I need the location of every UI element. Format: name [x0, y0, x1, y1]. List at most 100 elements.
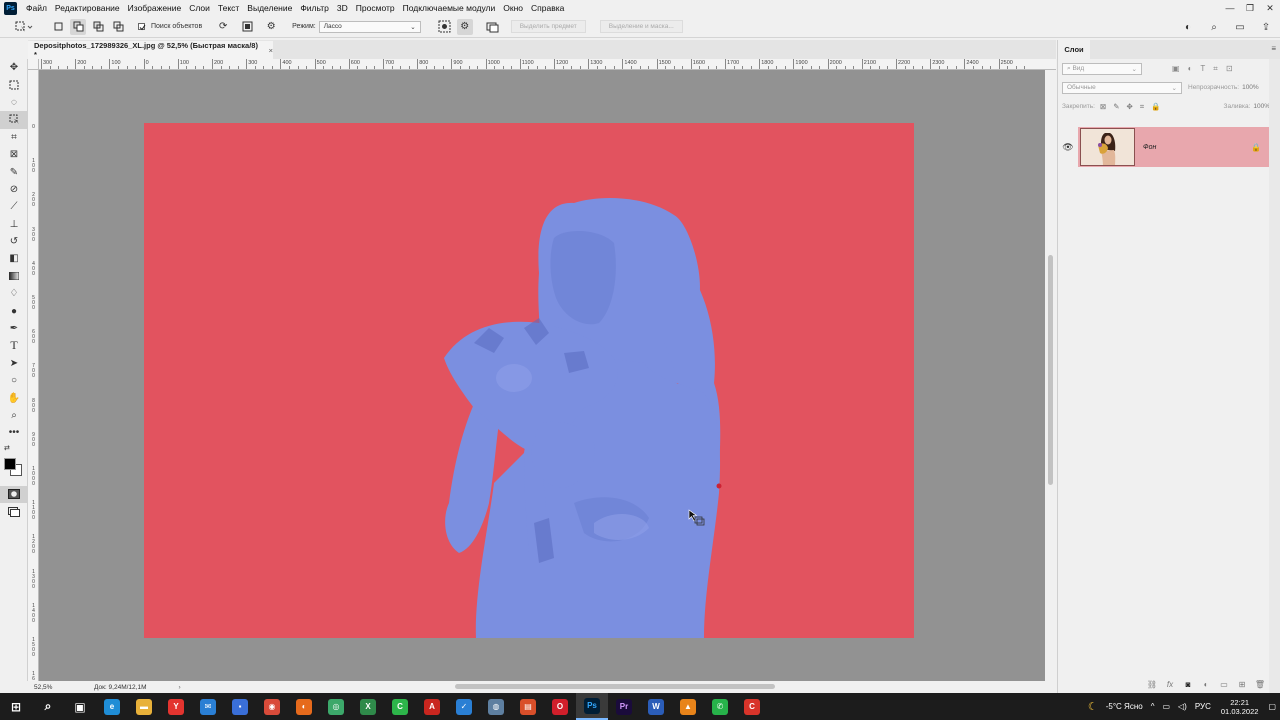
- object-selection-tool[interactable]: [0, 111, 28, 129]
- object-finder-checkbox[interactable]: [138, 23, 146, 31]
- menu-type[interactable]: Текст: [214, 3, 243, 13]
- menu-edit[interactable]: Редактирование: [51, 3, 124, 13]
- refresh-button[interactable]: ⟳: [215, 19, 231, 35]
- lasso-tool[interactable]: ◌: [0, 94, 28, 111]
- workspace-icon[interactable]: ▭: [1232, 19, 1248, 35]
- tab-layers[interactable]: Слои: [1058, 40, 1090, 59]
- horizontal-scrollbar[interactable]: [190, 683, 1040, 691]
- weather-text[interactable]: -5°C Ясно: [1106, 702, 1143, 711]
- subtract-selection-button[interactable]: [90, 19, 106, 35]
- taskbar-app-doc[interactable]: ▤: [512, 693, 544, 720]
- clone-stamp-tool[interactable]: ⊥: [0, 216, 28, 233]
- learn-icon[interactable]: ◐: [1180, 19, 1196, 35]
- taskbar-app-green[interactable]: ◎: [320, 693, 352, 720]
- frame-tool[interactable]: ⊠: [0, 146, 28, 163]
- new-selection-button[interactable]: [50, 19, 66, 35]
- taskbar-opera[interactable]: O: [544, 693, 576, 720]
- menu-select[interactable]: Выделение: [243, 3, 296, 13]
- pen-tool[interactable]: ✒: [0, 320, 28, 337]
- brush-tool[interactable]: ⟋: [0, 198, 28, 215]
- sample-all-layers-button[interactable]: [485, 19, 501, 35]
- foreground-color-swatch[interactable]: [4, 457, 16, 470]
- notification-icon[interactable]: ▢: [1268, 702, 1276, 711]
- taskbar-firefox[interactable]: ◐: [288, 693, 320, 720]
- horizontal-scroll-thumb[interactable]: [455, 684, 775, 689]
- dodge-tool[interactable]: ●: [0, 302, 28, 319]
- visibility-eye-icon[interactable]: 👁: [1058, 142, 1078, 153]
- intersect-selection-button[interactable]: [110, 19, 126, 35]
- show-all-objects-button[interactable]: [239, 19, 255, 35]
- tool-preset-picker[interactable]: [12, 19, 36, 35]
- lock-transparency-icon[interactable]: ⊠: [1100, 102, 1106, 112]
- add-mask-icon[interactable]: ◙: [1179, 680, 1197, 689]
- clock[interactable]: 22:21 01.03.2022: [1221, 698, 1259, 716]
- menu-plugins[interactable]: Подключаемые модули: [399, 3, 500, 13]
- taskbar-premiere[interactable]: Pr: [608, 693, 640, 720]
- select-subject-button[interactable]: Выделить предмет: [510, 20, 586, 33]
- share-icon[interactable]: ⇪: [1258, 19, 1274, 35]
- object-subtract-button[interactable]: [437, 19, 453, 35]
- document-image[interactable]: [144, 123, 914, 638]
- eyedropper-tool[interactable]: ✎: [0, 163, 28, 180]
- quick-mask-button[interactable]: [0, 485, 28, 503]
- adjustment-filter-icon[interactable]: ◐: [1188, 64, 1193, 74]
- add-to-selection-button[interactable]: [70, 18, 86, 35]
- search-icon[interactable]: ⌕: [1206, 19, 1222, 35]
- tray-overflow-icon[interactable]: ^: [1151, 702, 1155, 711]
- lock-artboard-icon[interactable]: ⌗: [1140, 102, 1144, 112]
- taskbar-search[interactable]: ⌕: [32, 693, 64, 720]
- canvas-area[interactable]: [39, 70, 1045, 681]
- move-tool[interactable]: ✥: [0, 59, 28, 76]
- zoom-tool[interactable]: ⌕: [0, 407, 28, 424]
- mode-dropdown[interactable]: Лассо ⌄: [318, 20, 421, 33]
- adjustment-layer-icon[interactable]: ◐: [1197, 680, 1215, 689]
- hand-tool[interactable]: ✋: [0, 389, 28, 406]
- vertical-scrollbar[interactable]: [1045, 70, 1056, 681]
- lock-position-icon[interactable]: ✥: [1127, 102, 1133, 112]
- shape-tool[interactable]: ○: [0, 372, 28, 389]
- vertical-scroll-thumb[interactable]: [1048, 255, 1053, 485]
- menu-filter[interactable]: Фильтр: [296, 3, 333, 13]
- new-layer-icon[interactable]: ⊞: [1233, 680, 1251, 689]
- taskbar-save[interactable]: ▪: [224, 693, 256, 720]
- eraser-tool[interactable]: ◧: [0, 250, 28, 267]
- lock-pixels-icon[interactable]: ✎: [1113, 102, 1119, 112]
- taskbar-photoshop[interactable]: Ps: [576, 693, 608, 720]
- blur-tool[interactable]: ♢: [0, 285, 28, 302]
- taskbar-explorer[interactable]: ▬: [128, 693, 160, 720]
- taskbar-word[interactable]: W: [640, 693, 672, 720]
- pixel-filter-icon[interactable]: ▣: [1172, 64, 1180, 74]
- panel-scrollbar[interactable]: [1269, 59, 1280, 693]
- menu-window[interactable]: Окно: [499, 3, 527, 13]
- zoom-level[interactable]: 52,5%: [34, 684, 84, 691]
- settings-button[interactable]: ⚙: [263, 19, 279, 35]
- opacity-value[interactable]: 100%: [1242, 84, 1259, 91]
- taskbar-excel[interactable]: X: [352, 693, 384, 720]
- taskbar-acrobat[interactable]: A: [416, 693, 448, 720]
- panel-menu-icon[interactable]: ≡: [1271, 44, 1276, 53]
- menu-layers[interactable]: Слои: [185, 3, 214, 13]
- language-indicator[interactable]: РУС: [1195, 702, 1211, 711]
- volume-icon[interactable]: ◁): [1178, 702, 1187, 711]
- path-selection-tool[interactable]: ➤: [0, 355, 28, 372]
- type-filter-icon[interactable]: T: [1200, 64, 1205, 74]
- menu-image[interactable]: Изображение: [124, 3, 186, 13]
- taskbar-chrome[interactable]: ◉: [256, 693, 288, 720]
- taskbar-app-red[interactable]: C: [736, 693, 768, 720]
- screen-mode-button[interactable]: [0, 503, 28, 520]
- crop-tool[interactable]: ⌗: [0, 129, 28, 146]
- restore-button[interactable]: ❐: [1240, 0, 1260, 16]
- healing-brush-tool[interactable]: ⊘: [0, 181, 28, 198]
- taskbar-start[interactable]: ⊞: [0, 693, 32, 720]
- close-tab-icon[interactable]: ×: [269, 46, 273, 55]
- layer-filter-dropdown[interactable]: ⌕ Вид ⌄: [1062, 62, 1142, 75]
- ruler-origin[interactable]: [28, 59, 39, 70]
- lock-all-icon[interactable]: 🔒: [1151, 102, 1160, 112]
- swap-colors[interactable]: ⇄: [0, 442, 28, 454]
- more-tools[interactable]: •••: [0, 424, 28, 441]
- shape-filter-icon[interactable]: ⌗: [1213, 64, 1218, 74]
- smartobject-filter-icon[interactable]: ⊡: [1226, 64, 1233, 74]
- vertical-ruler[interactable]: 0 1 0 0 2 0 0 3 0 0 4 0 0 5 0 0 6 0 0 7 0 0 8 0 …: [28, 70, 39, 692]
- marquee-tool[interactable]: [0, 76, 28, 93]
- close-button[interactable]: ✕: [1260, 0, 1280, 16]
